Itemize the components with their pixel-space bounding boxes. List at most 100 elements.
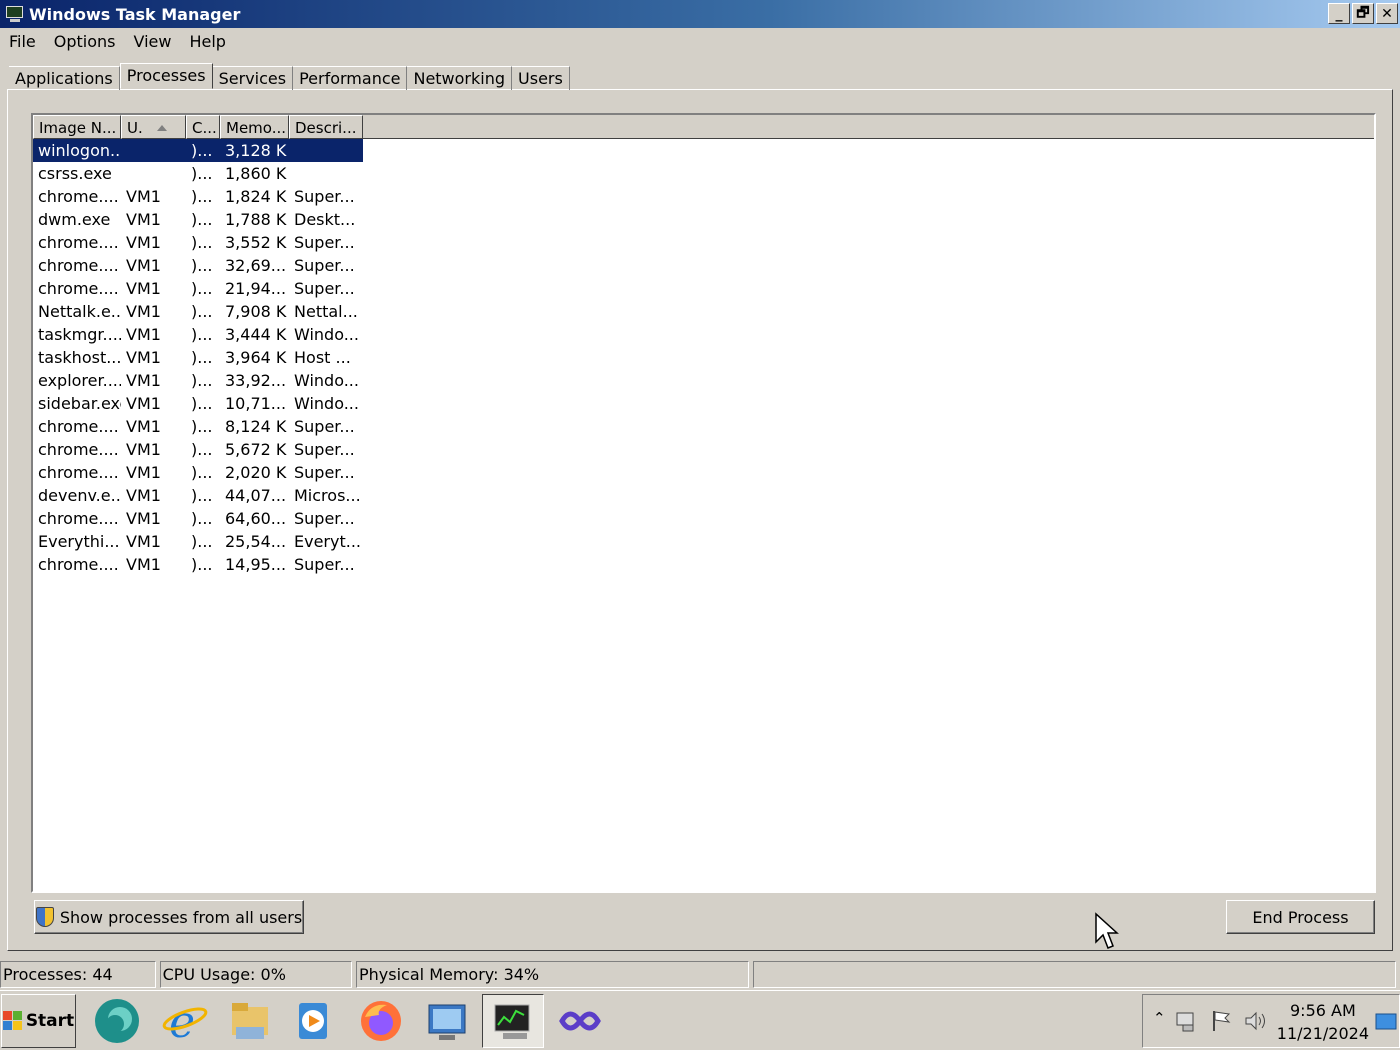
menu-options[interactable]: Options <box>45 32 125 51</box>
cell-user: VM1 <box>126 463 161 482</box>
show-hidden-icons-icon[interactable]: ⌃ <box>1153 1009 1166 1027</box>
process-row[interactable]: chrome.... VM1)... 32,69... Super... <box>33 254 1374 277</box>
process-list[interactable]: Image N... U. C... Memo... Descri... win… <box>31 113 1376 893</box>
show-all-users-button[interactable]: Show processes from all users <box>34 900 304 934</box>
cell-description: Windo... <box>294 371 359 390</box>
cell-image-name: chrome.... <box>38 509 119 528</box>
cell-image-name: chrome.... <box>38 187 119 206</box>
tab-networking[interactable]: Networking <box>407 66 513 90</box>
process-row[interactable]: sidebar.exe VM1)... 10,71... Windo... <box>33 392 1374 415</box>
restore-button[interactable]: 🗗 <box>1352 3 1374 24</box>
cell-user <box>121 139 186 162</box>
cell-memory: 1,788 K <box>225 210 287 229</box>
cell-memory: 64,60... <box>225 509 287 528</box>
title-bar[interactable]: Windows Task Manager _ 🗗 ✕ <box>0 0 1400 28</box>
cell-user: VM1 <box>126 233 161 252</box>
cell-image-name: dwm.exe <box>38 210 111 229</box>
status-memory: Physical Memory: 34% <box>356 961 749 988</box>
process-row[interactable]: chrome.... VM1)... 64,60... Super... <box>33 507 1374 530</box>
process-row[interactable]: taskhost.... VM1)... 3,964 K Host ... <box>33 346 1374 369</box>
process-row[interactable]: chrome.... VM1)... 8,124 K Super... <box>33 415 1374 438</box>
edge-legacy-icon <box>95 999 139 1043</box>
start-button[interactable]: Start <box>1 994 76 1048</box>
svg-text:e: e <box>169 997 195 1045</box>
process-row[interactable]: devenv.e... VM1)... 44,07... Micros... <box>33 484 1374 507</box>
cell-memory: 32,69... <box>225 256 287 275</box>
cell-description <box>289 139 363 162</box>
cell-user: VM1 <box>126 325 161 344</box>
volume-icon[interactable] <box>1243 1009 1269 1033</box>
menu-bar: File Options View Help <box>0 28 235 54</box>
menu-view[interactable]: View <box>125 32 181 51</box>
column-header-memory[interactable]: Memo... <box>220 115 289 139</box>
network-icon[interactable] <box>1175 1009 1199 1033</box>
cell-cpu: )... <box>191 187 213 206</box>
end-process-button[interactable]: End Process <box>1226 900 1375 934</box>
menu-file[interactable]: File <box>0 32 45 51</box>
tab-applications[interactable]: Applications <box>9 66 120 90</box>
taskbar-edge-button[interactable] <box>86 994 148 1048</box>
clock[interactable]: 9:56 AM 11/21/2024 <box>1277 999 1369 1045</box>
process-row[interactable]: dwm.exe VM1)... 1,788 K Deskt... <box>33 208 1374 231</box>
process-row[interactable]: chrome.... VM1)... 14,95... Super... <box>33 553 1374 576</box>
taskbar-control-panel-button[interactable] <box>416 994 478 1048</box>
process-row[interactable]: Nettalk.e... VM1)... 7,908 K Nettal... <box>33 300 1374 323</box>
process-row[interactable]: chrome.... VM1)... 21,94... Super... <box>33 277 1374 300</box>
cell-description: Super... <box>294 187 355 206</box>
cell-memory: 1,824 K <box>225 187 287 206</box>
cell-cpu: )... <box>191 486 213 505</box>
firefox-icon <box>361 1001 401 1041</box>
column-header-user[interactable]: U. <box>121 115 186 139</box>
minimize-button[interactable]: _ <box>1328 3 1350 24</box>
status-bar: Processes: 44 CPU Usage: 0% Physical Mem… <box>0 961 1400 988</box>
cell-user: VM1 <box>126 302 161 321</box>
tab-processes[interactable]: Processes <box>119 63 213 89</box>
cell-description: Super... <box>294 440 355 459</box>
column-header-image-name[interactable]: Image N... <box>33 115 121 139</box>
cell-image-name: chrome.... <box>38 417 119 436</box>
cell-image-name: chrome.... <box>38 440 119 459</box>
cell-user: VM1 <box>126 555 161 574</box>
show-desktop-icon[interactable] <box>1375 1013 1397 1031</box>
process-row[interactable]: taskmgr.... VM1)... 3,444 K Windo... <box>33 323 1374 346</box>
cell-description: Micros... <box>294 486 361 505</box>
process-row[interactable]: chrome.... VM1)... 2,020 K Super... <box>33 461 1374 484</box>
visual-studio-icon <box>559 1011 601 1031</box>
process-row[interactable]: csrss.exe)... 1,860 K <box>33 162 1374 185</box>
show-all-users-label: Show processes from all users <box>59 907 303 927</box>
taskbar-firefox-button[interactable] <box>350 994 412 1048</box>
cell-user: VM1 <box>126 210 161 229</box>
taskbar-ie-button[interactable]: e <box>154 994 216 1048</box>
action-center-flag-icon[interactable] <box>1209 1009 1233 1033</box>
cell-description: Deskt... <box>294 210 356 229</box>
cell-description: Super... <box>294 509 355 528</box>
tab-users[interactable]: Users <box>512 66 570 90</box>
tab-services[interactable]: Services <box>212 66 294 90</box>
menu-help[interactable]: Help <box>180 32 234 51</box>
cell-image-name: chrome.... <box>38 555 119 574</box>
process-row[interactable]: chrome.... VM1)... 3,552 K Super... <box>33 231 1374 254</box>
taskbar-visual-studio-button[interactable] <box>549 994 611 1048</box>
tab-performance[interactable]: Performance <box>293 66 408 90</box>
column-header-description[interactable]: Descri... <box>289 115 363 139</box>
cell-cpu: )... <box>191 325 213 344</box>
cell-description: Super... <box>294 463 355 482</box>
process-row[interactable]: winlogon...)... 3,128 K <box>33 139 1374 162</box>
process-row[interactable]: explorer.... VM1)... 33,92... Windo... <box>33 369 1374 392</box>
process-row[interactable]: chrome.... VM1)... 1,824 K Super... <box>33 185 1374 208</box>
cell-memory: 21,94... <box>225 279 287 298</box>
taskbar-media-player-button[interactable] <box>282 994 344 1048</box>
cell-user: VM1 <box>126 509 161 528</box>
cell-description: Super... <box>294 279 355 298</box>
close-button[interactable]: ✕ <box>1376 3 1398 24</box>
status-processes: Processes: 44 <box>0 961 156 988</box>
process-row[interactable]: Everythi... VM1)... 25,54... Everyt... <box>33 530 1374 553</box>
column-header-cpu[interactable]: C... <box>186 115 220 139</box>
cell-cpu: )... <box>191 371 213 390</box>
taskbar-task-manager-button[interactable] <box>482 994 544 1048</box>
cell-cpu: )... <box>191 348 213 367</box>
taskbar-explorer-button[interactable] <box>219 994 281 1048</box>
cell-memory: 7,908 K <box>225 302 287 321</box>
process-row[interactable]: chrome.... VM1)... 5,672 K Super... <box>33 438 1374 461</box>
cell-description <box>289 162 363 185</box>
